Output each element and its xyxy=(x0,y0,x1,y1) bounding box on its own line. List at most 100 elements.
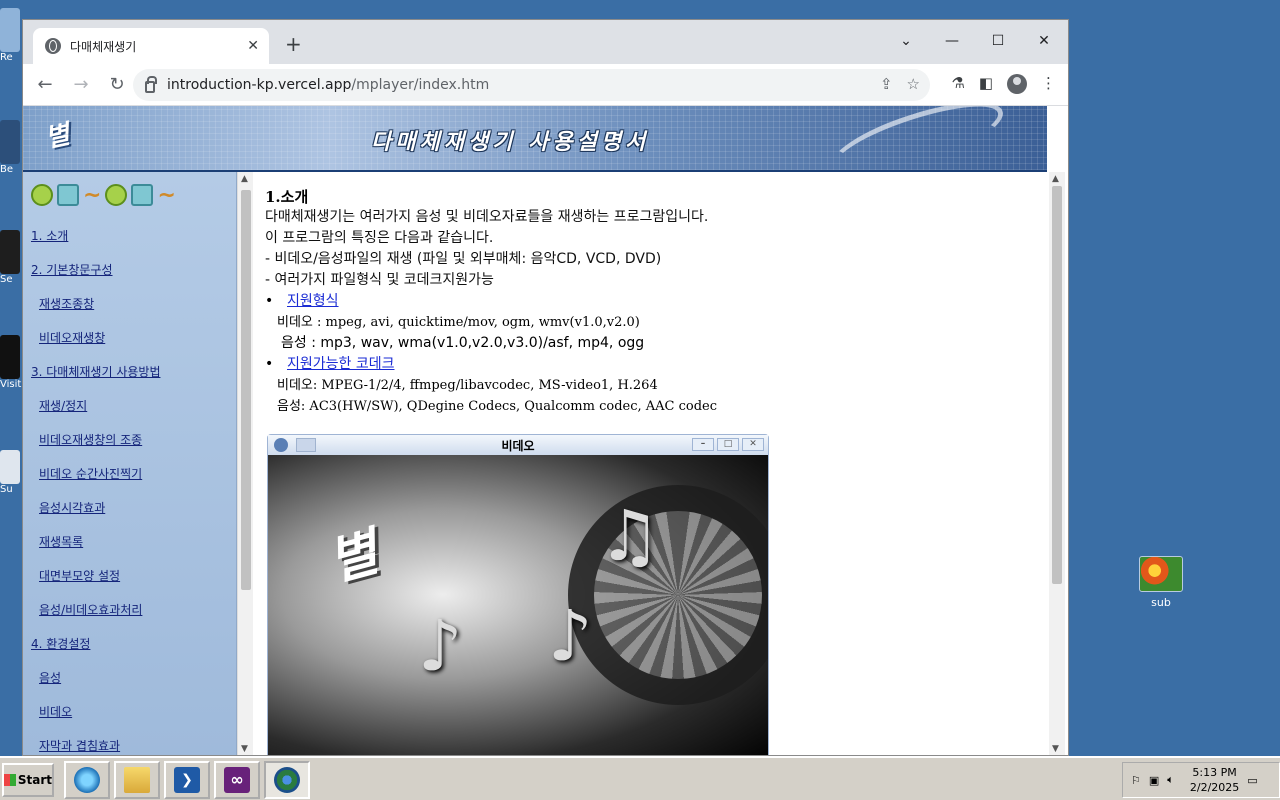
browser-icon xyxy=(74,767,100,793)
main-content: 1.소개 다매체재생기는 여러가지 음성 및 비데오자료들을 재생하는 프로그람… xyxy=(265,172,1045,755)
app-icon xyxy=(274,438,288,452)
taskbar-ie-button[interactable] xyxy=(64,761,110,799)
music-note-icon: ♪ xyxy=(548,595,593,677)
folder-icon xyxy=(124,767,150,793)
taskbar-chrome-button[interactable] xyxy=(264,761,310,799)
lock-icon[interactable] xyxy=(145,76,157,93)
taskbar-powershell-button[interactable]: ❯ xyxy=(164,761,210,799)
clock[interactable]: 5:13 PM 2/2/2025 xyxy=(1190,765,1239,795)
desktop-icon-label: Be xyxy=(0,164,14,175)
tab-search-button[interactable]: ⌄ xyxy=(883,26,929,56)
sidebar-menu-item: 비데오재생창 xyxy=(23,320,236,354)
sidebar-menu-item: 재생/정지 xyxy=(23,388,236,422)
profile-avatar-icon[interactable] xyxy=(1007,74,1027,94)
formats-video-text: 비데오 : mpeg, avi, quicktime/mov, ogm, wmv… xyxy=(277,315,640,330)
taskbar: Start ❯ ∞ ⚐ ▣ 🔈︎ 5:13 PM 2/2/2025 ▭ xyxy=(0,756,1280,800)
sidebar-menu-link[interactable]: 재생/정지 xyxy=(39,397,87,414)
list-item: 지원가능한 코데크 xyxy=(265,354,1045,375)
desktop-icon-visit[interactable]: Visit xyxy=(0,335,22,390)
sidebar-menu-link[interactable]: 음성 xyxy=(39,669,61,686)
note-icon xyxy=(31,184,53,206)
network-icon[interactable]: ▣ xyxy=(1149,774,1159,787)
sidebar-menu-item: 재생목록 xyxy=(23,524,236,558)
banner-title: 다매체재생기 사용설명서 xyxy=(371,130,650,155)
desktop-icon-be[interactable]: Be xyxy=(0,120,22,175)
forward-button[interactable]: → xyxy=(67,74,95,95)
sidebar-menu-link[interactable]: 음성/비데오효과처리 xyxy=(39,601,142,618)
close-tab-icon[interactable]: ✕ xyxy=(247,38,259,54)
menu-kebab-icon[interactable]: ⋮ xyxy=(1041,74,1056,94)
sidebar-menu-link[interactable]: 비데오 순간사진찍기 xyxy=(39,465,142,482)
feature-text: - 비데오/음성파일의 재생 (파일 및 외부매체: 음악CD, VCD, DV… xyxy=(265,251,662,267)
formats-audio-text: 음성 : mp3, wav, wma(v1.0,v2.0,v3.0)/asf, … xyxy=(281,335,645,351)
scroll-down-icon[interactable]: ▼ xyxy=(241,744,248,754)
formats-link[interactable]: 지원형식 xyxy=(287,293,339,309)
close-window-button[interactable]: ✕ xyxy=(1021,26,1067,56)
sidebar-menu-link[interactable]: 4. 환경설정 xyxy=(31,635,90,652)
scrollbar-thumb[interactable] xyxy=(241,190,251,590)
intro-text: 이 프로그람의 특징은 다음과 같습니다. xyxy=(265,230,494,246)
visual-studio-icon: ∞ xyxy=(224,767,250,793)
browser-icon xyxy=(274,767,300,793)
window-icon xyxy=(296,438,316,452)
bookmark-star-icon[interactable]: ☆ xyxy=(907,75,920,93)
desktop-icon-label: Re xyxy=(0,52,13,63)
system-tray: ⚐ ▣ 🔈︎ 5:13 PM 2/2/2025 ▭ xyxy=(1122,762,1280,798)
sidebar-menu-link[interactable]: 대면부모양 설정 xyxy=(39,567,120,584)
sidebar-menu-link[interactable]: 자막과 겹침효과 xyxy=(39,737,120,754)
share-icon[interactable]: ⇪ xyxy=(880,75,893,93)
scroll-down-icon[interactable]: ▼ xyxy=(1052,744,1059,754)
minimize-button[interactable]: — xyxy=(929,26,975,56)
sidebar-menu-item: 자막과 겹침효과 xyxy=(23,728,236,755)
video-window-title: 비데오 xyxy=(501,438,535,453)
desktop-icon-recycle[interactable]: Re xyxy=(0,8,22,63)
music-note-icon: ♪ xyxy=(418,605,463,687)
browser-titlebar: 다매체재생기 ✕ + ⌄ — ☐ ✕ xyxy=(23,20,1068,64)
back-button[interactable]: ← xyxy=(31,74,59,95)
new-tab-button[interactable]: + xyxy=(285,34,302,54)
music-note-icon: ♫ xyxy=(598,495,661,577)
codecs-link[interactable]: 지원가능한 코데크 xyxy=(287,356,395,372)
volume-icon[interactable]: 🔈︎ xyxy=(1167,773,1174,787)
sidebar-menu-item: 4. 환경설정 xyxy=(23,626,236,660)
note-icon xyxy=(57,184,79,206)
sidebar-menu-link[interactable]: 1. 소개 xyxy=(31,227,68,244)
desktop-icon-sub[interactable]: sub xyxy=(1126,556,1196,609)
scrollbar-thumb[interactable] xyxy=(1052,186,1062,584)
browser-tab[interactable]: 다매체재생기 ✕ xyxy=(33,28,269,64)
sidebar-menu-item: 3. 다매체재생기 사용방법 xyxy=(23,354,236,388)
sidebar-menu-link[interactable]: 재생목록 xyxy=(39,533,83,550)
clock-date: 2/2/2025 xyxy=(1189,781,1240,794)
sidebar-menu-link[interactable]: 비데오 xyxy=(39,703,72,720)
taskbar-visualstudio-button[interactable]: ∞ xyxy=(214,761,260,799)
labs-flask-icon[interactable]: ⚗ xyxy=(951,74,964,94)
sidebar-menu-link[interactable]: 3. 다매체재생기 사용방법 xyxy=(31,363,160,380)
sidebar-menu-item: 비데오 xyxy=(23,694,236,728)
page-scrollbar[interactable]: ▲ ▼ xyxy=(1049,172,1065,755)
side-panel-icon[interactable]: ◧ xyxy=(979,74,993,94)
sidebar-menu-item: 음성/비데오효과처리 xyxy=(23,592,236,626)
close-icon: ✕ xyxy=(742,438,764,451)
minimize-icon: – xyxy=(692,438,714,451)
tilde-icon: ~ xyxy=(157,182,176,208)
start-button[interactable]: Start xyxy=(2,763,54,797)
sidebar-menu-item: 재생조종창 xyxy=(23,286,236,320)
sidebar-menu-link[interactable]: 비데오재생창의 조종 xyxy=(39,431,142,448)
taskbar-explorer-button[interactable] xyxy=(114,761,160,799)
sidebar-menu-link[interactable]: 비데오재생창 xyxy=(39,329,105,346)
sidebar-menu-link[interactable]: 2. 기본창문구성 xyxy=(31,261,113,278)
scroll-up-icon[interactable]: ▲ xyxy=(1052,174,1059,184)
address-bar[interactable]: introduction-kp.vercel.app/mplayer/index… xyxy=(133,69,930,101)
notification-icon[interactable]: ▭ xyxy=(1247,774,1257,787)
sidebar-menu-link[interactable]: 재생조종창 xyxy=(39,295,94,312)
sidebar-menu-link[interactable]: 음성시각효과 xyxy=(39,499,105,516)
feature-text: - 여러가지 파일형식 및 코데크지원가능 xyxy=(265,272,494,288)
sidebar-scrollbar[interactable]: ▲ ▼ xyxy=(237,172,253,755)
reload-button[interactable]: ↻ xyxy=(103,74,131,95)
desktop-icon-se[interactable]: Se xyxy=(0,230,22,285)
maximize-button[interactable]: ☐ xyxy=(975,26,1021,56)
sidebar-menu-item: 2. 기본창문구성 xyxy=(23,252,236,286)
scroll-up-icon[interactable]: ▲ xyxy=(241,174,248,184)
flag-icon[interactable]: ⚐ xyxy=(1131,774,1141,787)
desktop-icon-su[interactable]: Su xyxy=(0,450,22,495)
